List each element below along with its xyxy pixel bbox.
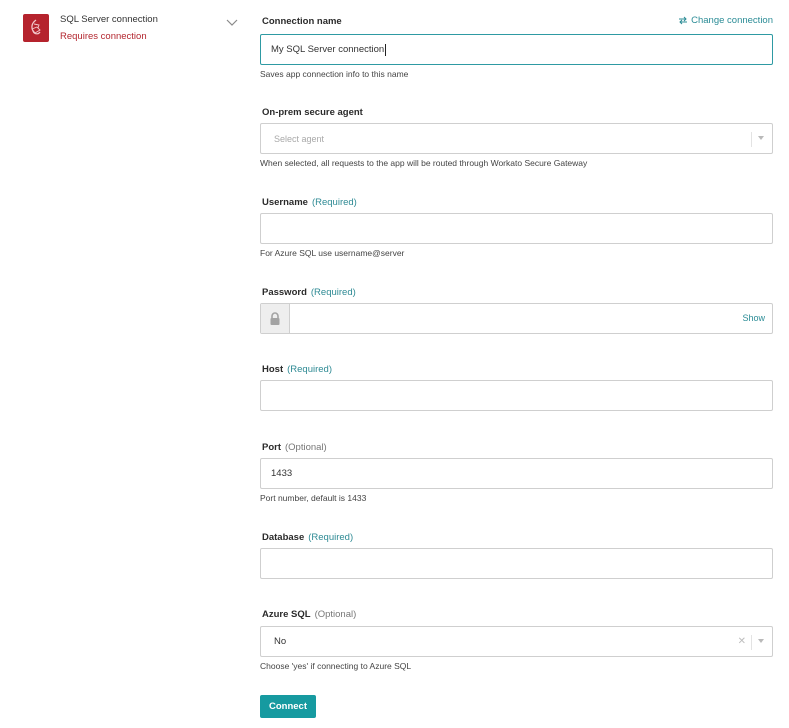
- username-label: Username (Required): [262, 197, 357, 208]
- chevron-down-icon[interactable]: [225, 16, 239, 30]
- database-input[interactable]: [260, 548, 773, 579]
- host-input[interactable]: [260, 380, 773, 411]
- swap-icon: [679, 16, 688, 25]
- connection-name-input[interactable]: My SQL Server connection: [260, 34, 773, 65]
- azure-sql-hint: Choose 'yes' if connecting to Azure SQL: [260, 661, 412, 671]
- app-name: SQL Server connection: [60, 14, 158, 25]
- lock-icon: [261, 304, 290, 333]
- agent-select[interactable]: Select agent: [260, 123, 773, 154]
- database-label: Database (Required): [262, 532, 354, 543]
- agent-label: On-prem secure agent: [262, 107, 363, 118]
- connection-form: Connection name Change connection My SQL…: [260, 0, 773, 728]
- azure-sql-select[interactable]: No ✕: [260, 626, 773, 657]
- connect-button[interactable]: Connect: [260, 695, 316, 718]
- password-label: Password (Required): [262, 287, 356, 298]
- connection-name-hint: Saves app connection info to this name: [260, 69, 409, 79]
- connection-status: Requires connection: [60, 31, 147, 42]
- agent-hint: When selected, all requests to the app w…: [260, 158, 588, 168]
- clear-icon[interactable]: ✕: [738, 636, 746, 647]
- connection-name-label: Connection name: [262, 16, 342, 27]
- app-panel: SQL Server connection Requires connectio…: [0, 0, 248, 728]
- change-connection-link[interactable]: Change connection: [678, 15, 773, 26]
- username-hint: For Azure SQL use username@server: [260, 248, 405, 258]
- port-hint: Port number, default is 1433: [260, 493, 367, 503]
- username-input[interactable]: [260, 213, 773, 244]
- sql-server-logo: [23, 14, 49, 42]
- port-label: Port (Optional): [262, 442, 327, 453]
- show-password-link[interactable]: Show: [742, 313, 765, 323]
- sql-server-logo-icon: [31, 19, 41, 35]
- password-field[interactable]: Show: [260, 303, 773, 334]
- port-input[interactable]: 1433: [260, 458, 773, 489]
- dropdown-arrow-icon: [758, 639, 764, 643]
- azure-sql-label: Azure SQL (Optional): [262, 609, 357, 620]
- dropdown-arrow-icon: [758, 136, 764, 140]
- host-label: Host (Required): [262, 364, 333, 375]
